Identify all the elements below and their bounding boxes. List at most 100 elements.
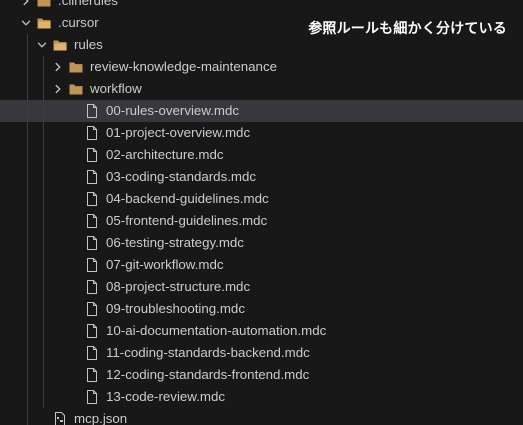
tree-item-label: review-knowledge-maintenance	[90, 59, 277, 74]
tree-item-label: 10-ai-documentation-automation.mdc	[106, 323, 327, 338]
indent-guide	[27, 34, 28, 56]
file-row-01-project-overview-mdc[interactable]: 01-project-overview.mdc	[0, 122, 523, 144]
file-icon	[84, 279, 100, 295]
chevron-down-icon[interactable]	[36, 39, 48, 51]
folder-row-workflow[interactable]: workflow	[0, 78, 523, 100]
indent-guide	[27, 232, 28, 254]
file-row-10-ai-documentation-automation-mdc[interactable]: 10-ai-documentation-automation.mdc	[0, 320, 523, 342]
indent-guide	[43, 78, 44, 100]
indent-guide	[43, 100, 44, 122]
chevron-down-icon[interactable]	[20, 17, 32, 29]
file-row-11-coding-standards-backend-mdc[interactable]: 11-coding-standards-backend.mdc	[0, 342, 523, 364]
indent-guide	[27, 408, 28, 425]
indent-guide	[27, 166, 28, 188]
file-row-09-troubleshooting-mdc[interactable]: 09-troubleshooting.mdc	[0, 298, 523, 320]
indent-guide	[43, 276, 44, 298]
indent-guide	[43, 188, 44, 210]
indent-guide	[27, 254, 28, 276]
indent-guide	[27, 210, 28, 232]
file-icon	[84, 147, 100, 163]
indent-guide	[43, 364, 44, 386]
folder-row-review-knowledge-maintenance[interactable]: review-knowledge-maintenance	[0, 56, 523, 78]
indent-guide	[43, 386, 44, 408]
indent-guide	[27, 56, 28, 78]
tree-item-label: 07-git-workflow.mdc	[106, 257, 224, 272]
file-row-06-testing-strategy-mdc[interactable]: 06-testing-strategy.mdc	[0, 232, 523, 254]
indent-guide	[43, 56, 44, 78]
file-icon	[84, 103, 100, 119]
file-icon	[84, 301, 100, 317]
indent-guide	[27, 276, 28, 298]
chevron-right-icon[interactable]	[52, 83, 64, 95]
folder-icon	[68, 59, 84, 75]
folder-icon	[68, 81, 84, 97]
tree-item-label: 06-testing-strategy.mdc	[106, 235, 244, 250]
indent-guide	[43, 232, 44, 254]
tree-item-label: .cursor	[58, 15, 99, 30]
tree-item-label: 13-code-review.mdc	[106, 389, 225, 404]
file-icon	[84, 389, 100, 405]
tree-item-label: rules	[74, 37, 103, 52]
file-row-03-coding-standards-mdc[interactable]: 03-coding-standards.mdc	[0, 166, 523, 188]
file-icon	[84, 345, 100, 361]
file-icon	[84, 257, 100, 273]
tree-item-label: 05-frontend-guidelines.mdc	[106, 213, 268, 228]
chevron-right-icon[interactable]	[52, 61, 64, 73]
indent-guide	[27, 386, 28, 408]
chevron-right-icon[interactable]	[20, 0, 32, 7]
tree-item-label: 12-coding-standards-frontend.mdc	[106, 367, 310, 382]
file-icon	[84, 213, 100, 229]
folder-icon	[36, 15, 52, 31]
indent-guide	[43, 254, 44, 276]
indent-guide	[27, 298, 28, 320]
file-row-05-frontend-guidelines-mdc[interactable]: 05-frontend-guidelines.mdc	[0, 210, 523, 232]
tree-item-label: 08-project-structure.mdc	[106, 279, 251, 294]
tree-item-label: 00-rules-overview.mdc	[106, 103, 240, 118]
tree-item-label: mcp.json	[74, 411, 128, 425]
indent-guide	[43, 320, 44, 342]
file-icon	[84, 235, 100, 251]
indent-guide	[27, 364, 28, 386]
indent-guide	[27, 188, 28, 210]
file-icon	[84, 323, 100, 339]
file-icon	[84, 367, 100, 383]
file-row-mcp-json[interactable]: mcp.json	[0, 408, 523, 425]
indent-guide	[27, 122, 28, 144]
tree-item-label: 03-coding-standards.mdc	[106, 169, 257, 184]
indent-guide	[43, 298, 44, 320]
folder-icon	[52, 37, 68, 53]
indent-guide	[43, 144, 44, 166]
annotation-caption: 参照ルールも細かく分けている	[308, 21, 507, 37]
indent-guide	[27, 144, 28, 166]
file-icon	[84, 169, 100, 185]
file-row-12-coding-standards-frontend-mdc[interactable]: 12-coding-standards-frontend.mdc	[0, 364, 523, 386]
tree-item-label: 04-backend-guidelines.mdc	[106, 191, 269, 206]
indent-guide	[43, 166, 44, 188]
indent-guide	[27, 320, 28, 342]
json-file-icon	[52, 411, 68, 425]
tree-item-label: 02-architecture.mdc	[106, 147, 224, 162]
tree-item-label: .clinerules	[58, 0, 118, 8]
file-row-08-project-structure-mdc[interactable]: 08-project-structure.mdc	[0, 276, 523, 298]
file-explorer: .clinerules .cursor rules review-knowledge-…	[0, 0, 523, 425]
indent-guide	[43, 210, 44, 232]
file-icon	[84, 125, 100, 141]
file-icon	[84, 191, 100, 207]
file-row-00-rules-overview-mdc[interactable]: 00-rules-overview.mdc	[0, 100, 523, 122]
tree-item-label: workflow	[90, 81, 142, 96]
indent-guide	[27, 342, 28, 364]
folder-row-dot-clinerules[interactable]: .clinerules	[0, 0, 523, 12]
folder-icon	[36, 0, 52, 9]
tree-item-label: 09-troubleshooting.mdc	[106, 301, 245, 316]
tree-item-label: 01-project-overview.mdc	[106, 125, 251, 140]
file-row-13-code-review-mdc[interactable]: 13-code-review.mdc	[0, 386, 523, 408]
file-row-02-architecture-mdc[interactable]: 02-architecture.mdc	[0, 144, 523, 166]
indent-guide	[27, 78, 28, 100]
indent-guide	[27, 100, 28, 122]
explorer-tree: .clinerules .cursor rules review-knowledge-…	[0, 0, 523, 425]
indent-guide	[43, 122, 44, 144]
indent-guide	[43, 342, 44, 364]
file-row-04-backend-guidelines-mdc[interactable]: 04-backend-guidelines.mdc	[0, 188, 523, 210]
file-row-07-git-workflow-mdc[interactable]: 07-git-workflow.mdc	[0, 254, 523, 276]
tree-item-label: 11-coding-standards-backend.mdc	[106, 345, 310, 360]
